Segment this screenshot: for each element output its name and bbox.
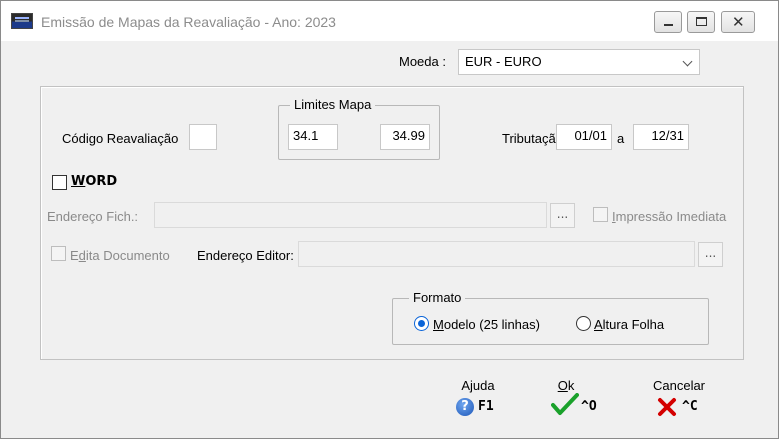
word-checkbox[interactable] xyxy=(52,175,67,190)
limites-mapa-title: Limites Mapa xyxy=(290,97,376,112)
help-icon: ? xyxy=(456,398,474,416)
tributacao-fim-input[interactable]: 12/31 xyxy=(633,124,689,150)
moeda-value: EUR - EURO xyxy=(465,54,542,69)
minimize-icon xyxy=(664,24,673,26)
word-label-rest: ORD xyxy=(85,174,118,189)
edita-documento-first: E xyxy=(70,248,79,263)
maximize-button[interactable] xyxy=(687,11,715,33)
modelo-rest: odelo (25 linhas) xyxy=(443,317,540,332)
limite-inicial-input[interactable]: 34.1 xyxy=(288,124,338,150)
modelo-label: Modelo (25 linhas) xyxy=(433,317,540,332)
limite-final-input[interactable]: 34.99 xyxy=(380,124,430,150)
cross-icon xyxy=(658,398,676,416)
endereco-editor-input[interactable] xyxy=(298,241,695,267)
altura-folha-rest: ltura Folha xyxy=(602,317,665,332)
window-title: Emissão de Mapas da Reavaliação - Ano: 2… xyxy=(41,14,336,30)
tributacao-inicio-input[interactable]: 01/01 xyxy=(556,124,612,150)
ajuda-button[interactable]: Ajuda ? F1 xyxy=(443,378,513,428)
tributacao-label: Tributação xyxy=(502,131,563,146)
impressao-imediata-label: Impressão Imediata xyxy=(612,209,726,224)
cancelar-shortcut: ^C xyxy=(682,399,698,414)
edita-documento-checkbox[interactable] xyxy=(51,246,66,261)
ok-label: Ok xyxy=(531,378,601,393)
title-bar: Emissão de Mapas da Reavaliação - Ano: 2… xyxy=(1,1,778,41)
ok-button[interactable]: Ok ^O xyxy=(531,378,601,428)
edita-documento-rest: ita Documento xyxy=(85,248,170,263)
tributacao-separator: a xyxy=(617,131,625,146)
edita-documento-label: Edita Documento xyxy=(70,248,170,263)
close-button[interactable]: ✕ xyxy=(721,11,755,33)
ok-shortcut: ^O xyxy=(581,399,597,414)
word-label-accel: W xyxy=(71,174,86,189)
ajuda-shortcut: F1 xyxy=(478,399,494,414)
modelo-accel: M xyxy=(433,317,444,332)
endereco-editor-browse-button[interactable]: ... xyxy=(698,242,723,267)
maximize-icon xyxy=(696,17,707,26)
moeda-select[interactable]: EUR - EURO xyxy=(458,49,700,75)
codigo-reavaliacao-input[interactable] xyxy=(189,124,217,150)
word-label: WORD xyxy=(71,174,117,189)
impressao-imediata-rest: mpressão Imediata xyxy=(615,209,727,224)
endereco-fich-label: Endereço Fich.: xyxy=(47,209,139,224)
impressao-imediata-checkbox[interactable] xyxy=(593,207,608,222)
chevron-down-icon xyxy=(682,56,693,67)
modelo-radio[interactable] xyxy=(414,316,429,331)
moeda-label: Moeda : xyxy=(399,54,446,69)
close-icon: ✕ xyxy=(732,13,745,31)
cancelar-button[interactable]: Cancelar ^C xyxy=(644,378,714,428)
formato-title: Formato xyxy=(409,290,466,305)
endereco-fich-input[interactable] xyxy=(154,202,547,228)
app-logo-icon xyxy=(11,13,33,29)
checkmark-icon xyxy=(551,393,579,415)
ajuda-label: Ajuda xyxy=(461,378,495,393)
dialog-window: Emissão de Mapas da Reavaliação - Ano: 2… xyxy=(0,0,779,439)
edita-documento-accel: d xyxy=(78,248,86,263)
minimize-button[interactable] xyxy=(654,11,682,33)
endereco-fich-browse-button[interactable]: ... xyxy=(550,203,575,228)
cancelar-label: Cancelar xyxy=(652,378,706,393)
altura-folha-radio[interactable] xyxy=(576,316,591,331)
ok-accel: O xyxy=(557,378,568,393)
codigo-reavaliacao-label: Código Reavaliação xyxy=(62,131,179,146)
altura-folha-label: Altura Folha xyxy=(594,317,664,332)
endereco-editor-label: Endereço Editor: xyxy=(197,248,294,263)
ok-rest: k xyxy=(567,378,575,393)
altura-folha-accel: A xyxy=(594,317,603,332)
